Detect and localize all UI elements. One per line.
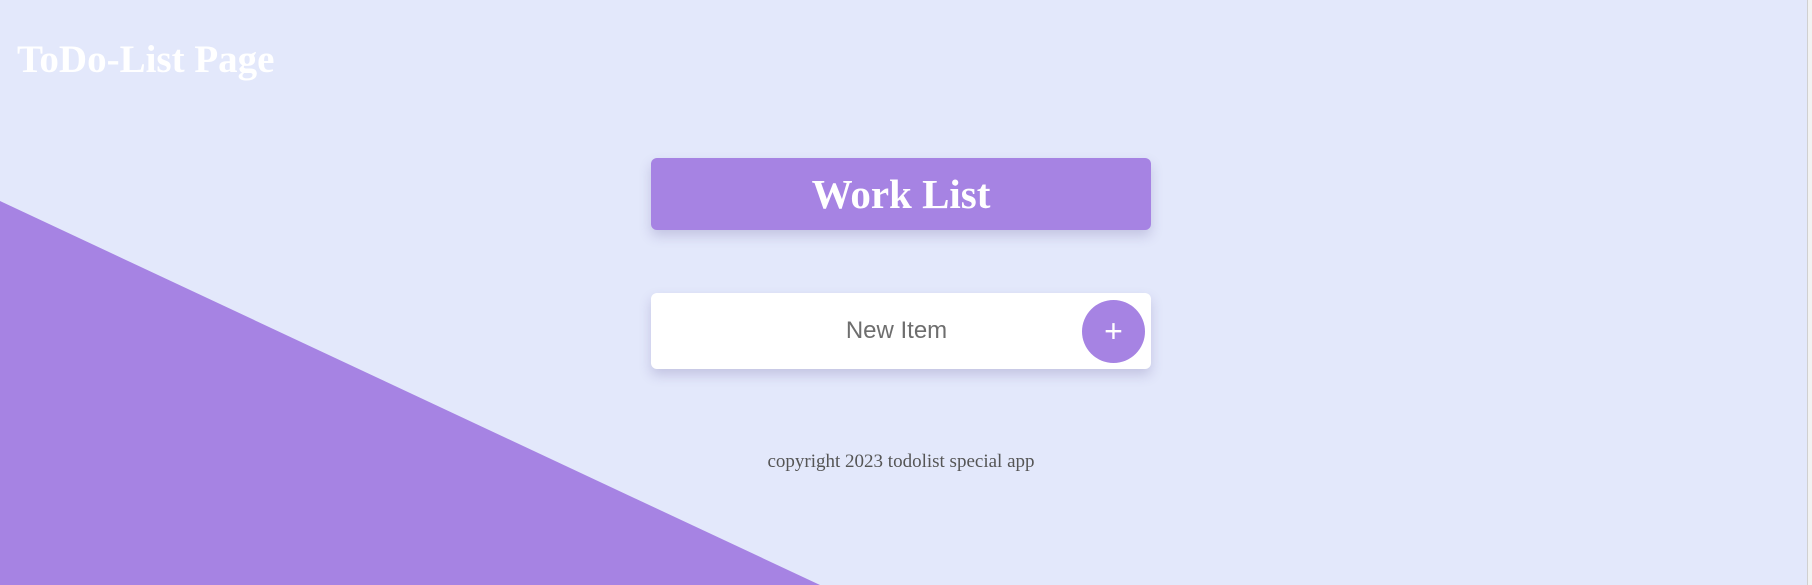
- footer-copyright: copyright 2023 todolist special app: [767, 451, 1035, 472]
- new-item-input[interactable]: [651, 293, 1082, 369]
- list-title: Work List: [811, 171, 991, 217]
- add-item-button[interactable]: +: [1082, 299, 1145, 363]
- new-item-form: +: [651, 293, 1151, 369]
- page-title: ToDo-List Page: [17, 38, 275, 81]
- plus-icon: +: [1104, 313, 1123, 349]
- vertical-scrollbar[interactable]: [1807, 0, 1812, 585]
- list-header: Work List: [651, 158, 1151, 230]
- background-triangle-shape: [0, 201, 820, 585]
